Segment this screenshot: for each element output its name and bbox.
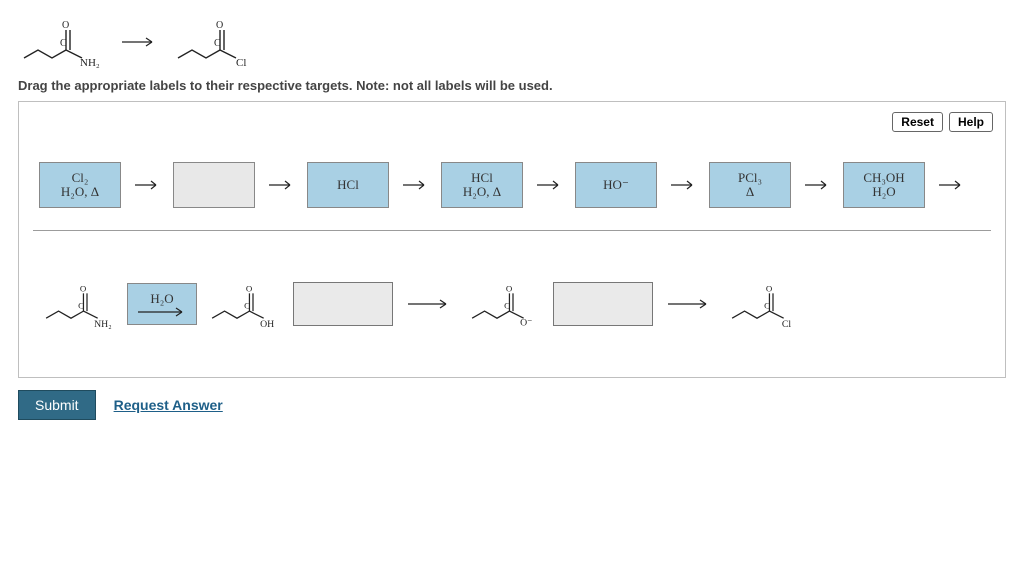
placed-label-text: H₂O	[150, 291, 173, 307]
arrow-icon	[267, 174, 295, 196]
target-row: O C NH₂ H₂O O C OH	[33, 241, 991, 367]
label-pool: Cl₂ H₂O, Δ HCl HCl H₂O, Δ HO⁻ PCl₃ Δ	[33, 152, 991, 224]
svg-text:O: O	[216, 20, 223, 31]
svg-text:O: O	[246, 284, 253, 294]
svg-text:NH₂: NH₂	[80, 57, 100, 68]
reactant-amide-structure: O C NH₂	[18, 16, 106, 68]
request-answer-link[interactable]: Request Answer	[114, 397, 223, 413]
label-line1: HO⁻	[603, 178, 629, 192]
arrow-icon	[803, 174, 831, 196]
svg-text:OH: OH	[260, 319, 274, 330]
svg-text:O: O	[80, 284, 87, 294]
reset-button[interactable]: Reset	[892, 112, 943, 132]
label-line2: H₂O, Δ	[463, 185, 501, 199]
workspace-panel: Reset Help Cl₂ H₂O, Δ HCl HCl H₂O, Δ	[18, 101, 1006, 378]
label-line2: H₂O, Δ	[61, 185, 99, 199]
label-ch3oh[interactable]: CH₃OH H₂O	[843, 162, 925, 208]
label-line1: HCl	[471, 171, 493, 185]
svg-text:C: C	[764, 300, 770, 310]
arrow-icon	[401, 291, 457, 317]
submit-button[interactable]: Submit	[18, 390, 96, 420]
label-pcl3[interactable]: PCl₃ Δ	[709, 162, 791, 208]
product-acylchloride-structure: O C Cl	[172, 16, 260, 68]
header-reaction: O C NH₂ O C Cl	[18, 16, 1006, 68]
instruction-text: Drag the appropriate labels to their res…	[18, 78, 1006, 93]
svg-text:C: C	[78, 300, 84, 310]
label-line2: H₂O	[872, 185, 895, 199]
arrow-icon	[133, 174, 161, 196]
label-line1: CH₃OH	[863, 171, 904, 185]
label-line2: Δ	[746, 185, 754, 199]
svg-text:C: C	[60, 38, 67, 49]
label-cl2-h2o[interactable]: Cl₂ H₂O, Δ	[39, 162, 121, 208]
separator	[33, 230, 991, 231]
svg-text:O: O	[506, 284, 513, 294]
label-empty-slot[interactable]	[173, 162, 255, 208]
arrow-icon	[937, 174, 965, 196]
label-line1: Cl₂	[72, 171, 89, 185]
svg-text:Cl: Cl	[782, 319, 792, 330]
label-hydroxide[interactable]: HO⁻	[575, 162, 657, 208]
molecule-carboxylic-acid: O C OH	[205, 275, 285, 333]
label-line1: HCl	[337, 178, 359, 192]
svg-text:C: C	[244, 300, 250, 310]
placed-label-h2o[interactable]: H₂O	[127, 283, 197, 325]
svg-text:C: C	[214, 38, 221, 49]
label-hcl[interactable]: HCl	[307, 162, 389, 208]
svg-text:NH₂: NH₂	[94, 319, 112, 330]
svg-text:O: O	[62, 20, 69, 31]
molecule-acyl-chloride: O C Cl	[725, 275, 805, 333]
arrow-icon	[535, 174, 563, 196]
svg-text:Cl: Cl	[236, 57, 246, 68]
svg-text:O⁻: O⁻	[520, 317, 532, 328]
molecule-amide: O C NH₂	[39, 275, 119, 333]
molecule-carboxylate: O C O⁻	[465, 275, 545, 333]
label-hcl-h2o[interactable]: HCl H₂O, Δ	[441, 162, 523, 208]
svg-text:O: O	[766, 284, 773, 294]
arrow-icon	[669, 174, 697, 196]
drop-target-2[interactable]	[553, 282, 653, 326]
arrow-icon	[401, 174, 429, 196]
arrow-icon	[120, 35, 158, 49]
label-line1: PCl₃	[738, 171, 762, 185]
arrow-icon	[661, 291, 717, 317]
svg-text:C: C	[504, 300, 510, 310]
help-button[interactable]: Help	[949, 112, 993, 132]
drop-target-1[interactable]	[293, 282, 393, 326]
